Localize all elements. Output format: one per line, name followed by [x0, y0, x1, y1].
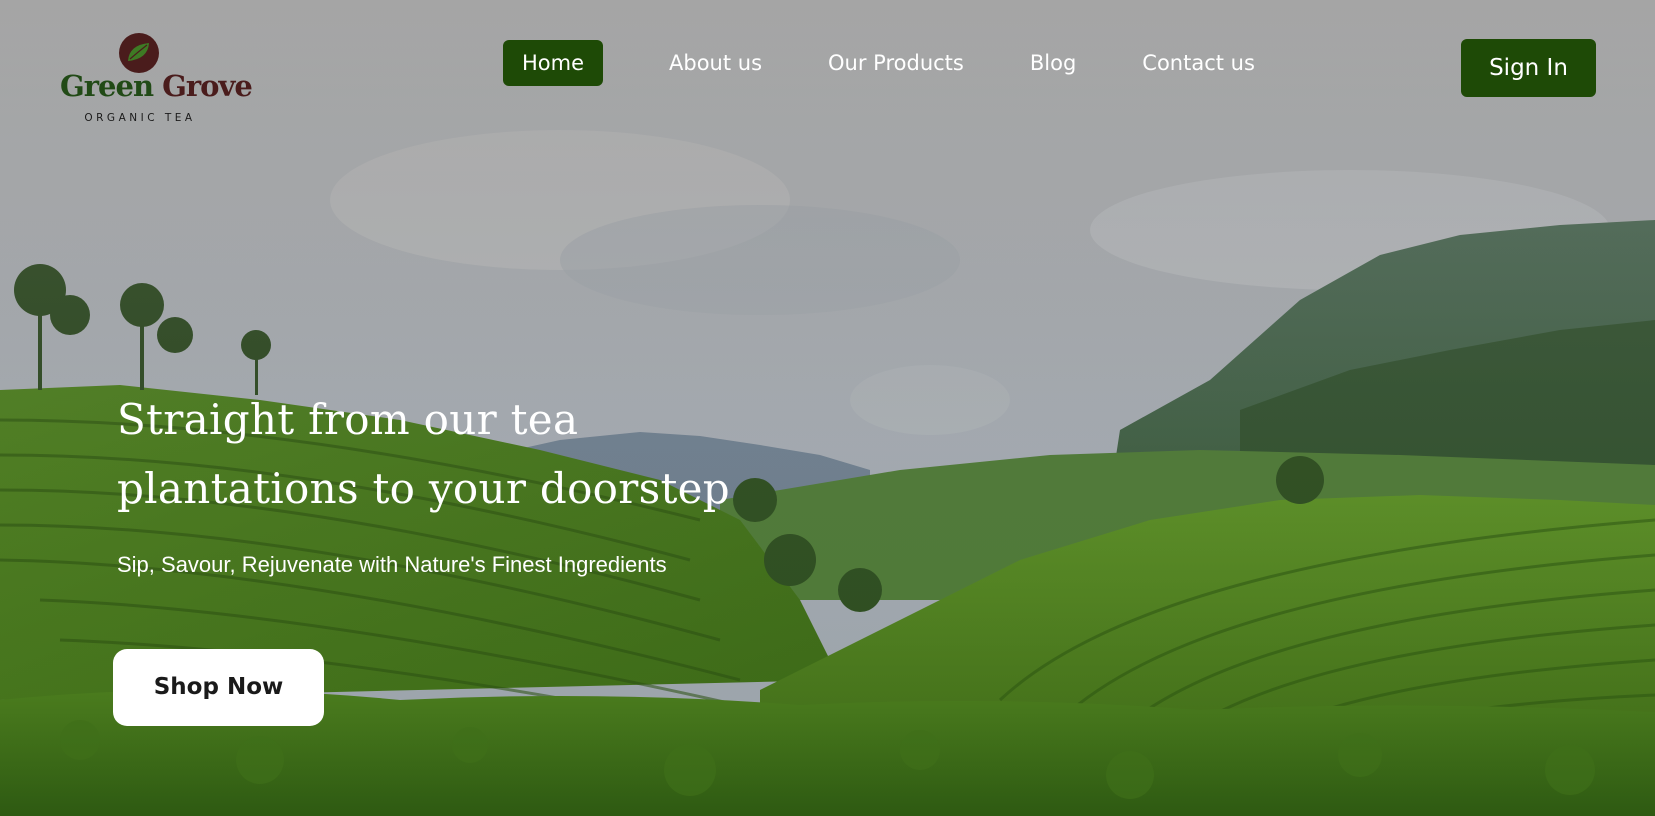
landing-page: Green Grove ORGANIC TEA Home About us Ou… [0, 0, 1655, 816]
brand-name-word1: Green [60, 69, 154, 103]
sign-in-button[interactable]: Sign In [1461, 39, 1596, 97]
hero-title-line1: Straight from our tea [117, 395, 579, 444]
main-nav: Home About us Our Products Blog Contact … [503, 40, 1302, 86]
hero-title: Straight from our tea plantations to you… [117, 385, 897, 523]
shop-now-button[interactable]: Shop Now [113, 649, 324, 726]
hero-subtitle: Sip, Savour, Rejuvenate with Nature's Fi… [117, 552, 667, 577]
hero-title-line2: plantations to your doorstep [117, 464, 730, 513]
brand-logo[interactable]: Green Grove ORGANIC TEA [60, 30, 253, 125]
tea-leaf-icon [119, 33, 159, 73]
nav-item-home[interactable]: Home [503, 40, 604, 86]
brand-name: Green Grove [60, 69, 253, 103]
nav-item-blog[interactable]: Blog [1011, 40, 1095, 86]
brand-name-word2: Grove [162, 69, 253, 103]
nav-item-about-us[interactable]: About us [650, 40, 781, 86]
nav-item-our-products[interactable]: Our Products [809, 40, 983, 86]
nav-item-contact-us[interactable]: Contact us [1123, 40, 1274, 86]
brand-tagline: ORGANIC TEA [84, 112, 196, 124]
